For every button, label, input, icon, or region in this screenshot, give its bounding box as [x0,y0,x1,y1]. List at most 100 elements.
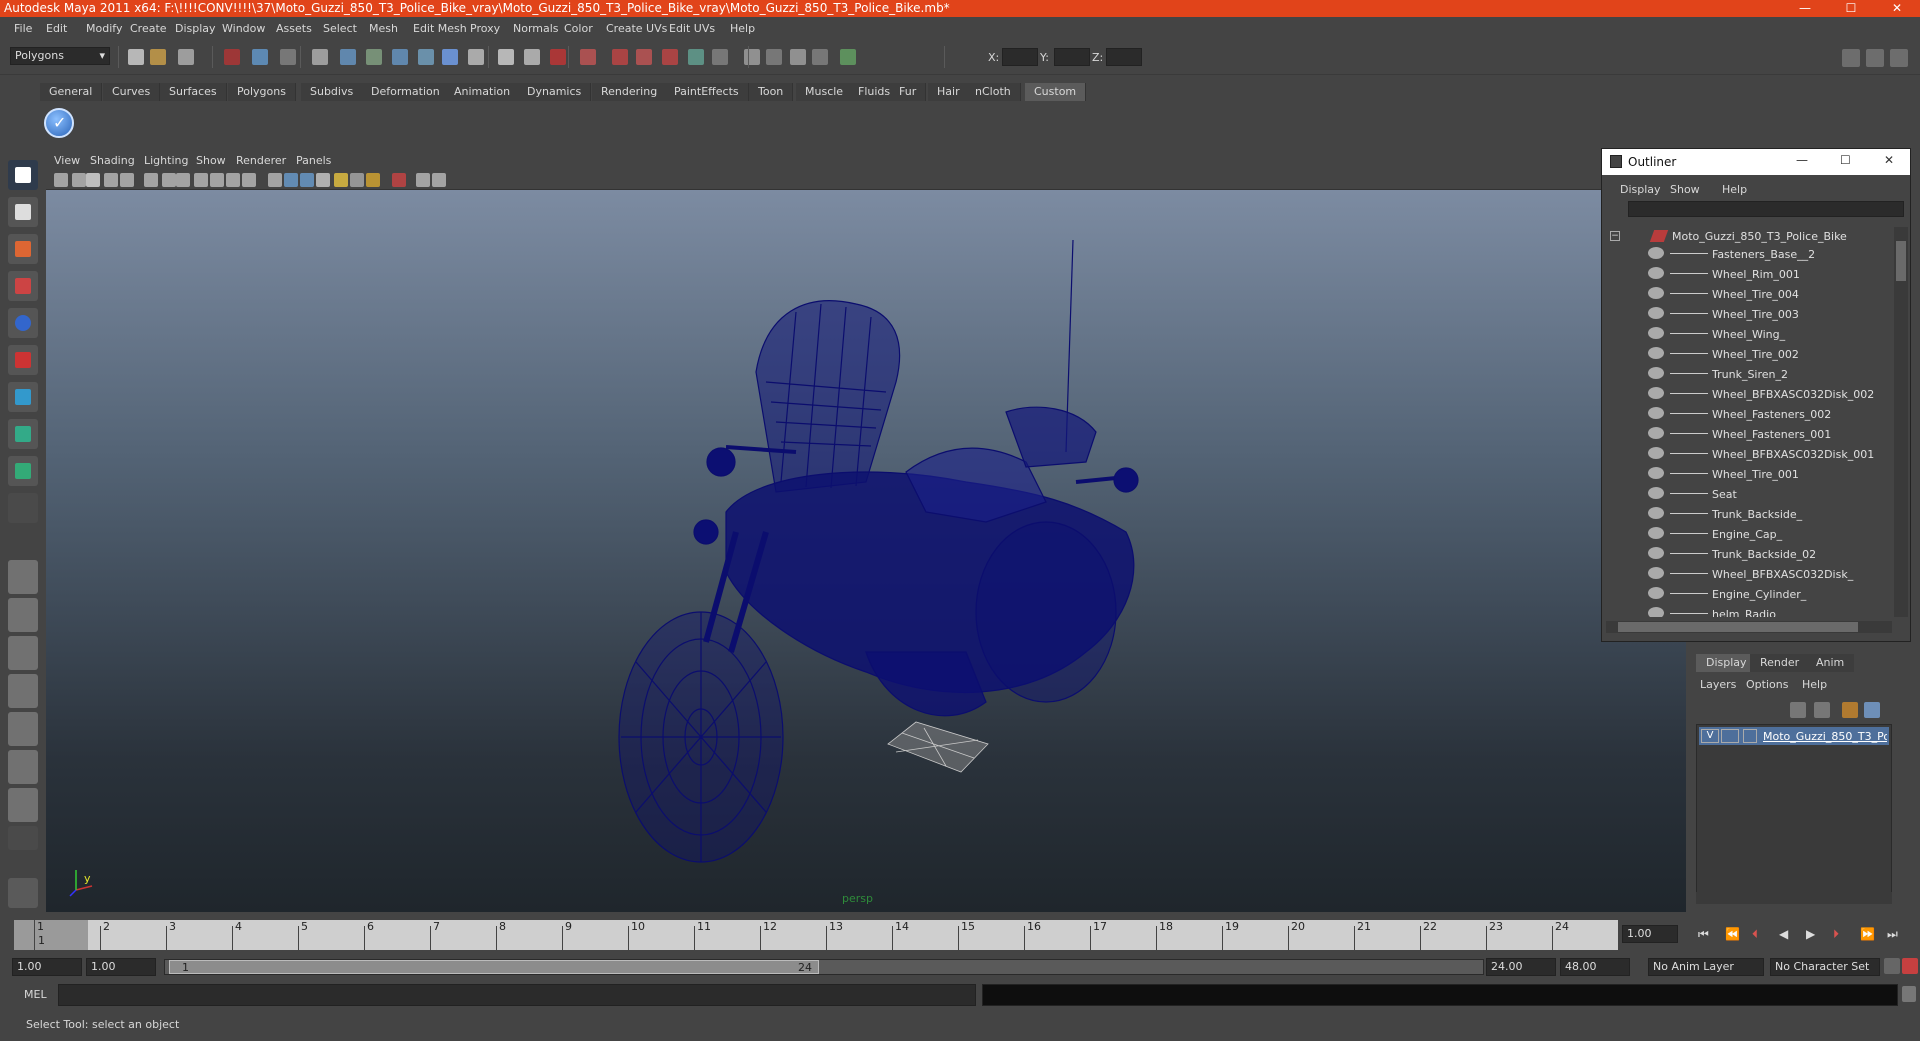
shelf-tab-fur[interactable]: Fur [890,83,927,101]
rotate-tool-icon[interactable] [8,308,38,338]
go-to-end-icon[interactable]: ⏭ [1887,927,1898,942]
range-slider-handle[interactable]: 1 24 [169,960,819,974]
hypershade-icon[interactable] [688,49,704,65]
layer-color-swatch[interactable] [1743,729,1757,743]
outliner-menu-show[interactable]: Show [1670,183,1700,196]
layer-row[interactable]: V Moto_Guzzi_850_T3_Police_Bike [1699,727,1889,745]
shelf-tab-ncloth[interactable]: nCloth [966,83,1021,101]
select-tool-icon[interactable] [8,160,38,190]
layer-settings-icon[interactable] [1842,702,1858,718]
scale-tool-icon[interactable] [8,345,38,375]
menu-modify[interactable]: Modify [86,22,122,35]
paint-select-tool-icon[interactable] [8,234,38,264]
viewport-menu-shading[interactable]: Shading [90,154,135,167]
x-field[interactable] [1002,48,1038,66]
script-editor-icon[interactable] [1902,986,1916,1002]
snap-live-icon[interactable] [442,49,458,65]
persp-render-layout-icon[interactable] [8,750,38,784]
menu-create[interactable]: Create [130,22,167,35]
menu-mesh[interactable]: Mesh [369,22,398,35]
playback-end-field[interactable]: 24.00 [1486,958,1556,976]
scroll-thumb[interactable] [1896,241,1906,281]
persp-uv-layout-icon[interactable] [8,788,38,822]
open-scene-icon[interactable] [150,49,166,65]
lighting-icon[interactable] [790,49,806,65]
layer-menu-help[interactable]: Help [1802,678,1827,691]
layer-tab-display[interactable]: Display [1696,654,1757,672]
key-icon[interactable] [1884,958,1900,974]
snap-view-plane-icon[interactable] [418,49,434,65]
render-current-icon[interactable] [612,49,628,65]
viewport-menu-view[interactable]: View [54,154,80,167]
go-to-start-icon[interactable]: ⏮ [1698,927,1709,942]
manipulator-tool-icon[interactable] [8,382,38,412]
layer-display-type-toggle[interactable] [1721,729,1739,743]
maximize-icon[interactable]: ☐ [1840,153,1851,167]
command-input[interactable] [58,984,976,1006]
layer-tab-render[interactable]: Render [1750,654,1810,672]
motorbike-wireframe[interactable] [606,232,1226,872]
shelf-tab-curves[interactable]: Curves [103,83,161,101]
shelf-tab-subdivs[interactable]: Subdivs [301,83,364,101]
menu-edit-mesh[interactable]: Edit Mesh [413,22,467,35]
select-by-component-icon[interactable] [280,49,296,65]
shelf-tab-deformation[interactable]: Deformation [362,83,450,101]
current-frame-field[interactable]: 1.00 [1622,925,1678,943]
maximize-button[interactable]: ☐ [1828,0,1874,17]
snap-point-icon[interactable] [392,49,408,65]
y-field[interactable] [1054,48,1090,66]
wireframe-on-shaded-icon[interactable] [300,173,314,187]
safe-title-icon[interactable] [242,173,256,187]
anim-start-field[interactable]: 1.00 [12,958,82,976]
safe-action-icon[interactable] [226,173,240,187]
step-forward-frame-icon[interactable]: ⏵ [1833,927,1839,942]
viewport-menu-lighting[interactable]: Lighting [144,154,188,167]
shadows-toggle-icon[interactable] [350,173,364,187]
viewport-panel[interactable]: View Shading Lighting Show Renderer Panels [46,152,1686,912]
move-tool-icon[interactable] [8,271,38,301]
gate-mask-icon[interactable] [194,173,208,187]
last-tool-icon[interactable] [8,456,38,486]
outliner-vertical-scrollbar[interactable] [1894,227,1908,617]
attribute-editor-icon[interactable] [1842,49,1860,67]
lasso-tool-icon[interactable] [8,197,38,227]
menu-display[interactable]: Display [175,22,216,35]
use-default-lights-icon[interactable] [334,173,348,187]
soft-mod-tool-icon[interactable] [8,419,38,449]
layer-tab-anim[interactable]: Anim [1806,654,1855,672]
channel-box-icon[interactable] [1866,49,1884,67]
shelf-tab-toon[interactable]: Toon [749,83,794,101]
menu-file[interactable]: File [14,22,32,35]
menu-assets[interactable]: Assets [276,22,312,35]
menu-proxy[interactable]: Proxy [470,22,500,35]
field-chart-icon[interactable] [210,173,224,187]
collapse-toolbox-button[interactable] [8,826,38,850]
four-view-layout-icon[interactable] [8,598,38,632]
new-scene-icon[interactable] [128,49,144,65]
history-icon[interactable] [468,49,484,65]
select-by-object-icon[interactable] [252,49,268,65]
camera-select-icon[interactable] [54,173,68,187]
step-forward-key-icon[interactable]: ⏩ [1860,927,1875,941]
menu-window[interactable]: Window [222,22,265,35]
snap-grid-icon[interactable] [340,49,356,65]
layer-name[interactable]: Moto_Guzzi_850_T3_Police_Bike [1763,730,1887,743]
select-mode-icon[interactable] [840,49,856,65]
character-set-selector[interactable]: No Character Set [1770,958,1880,976]
viewport-menu-show[interactable]: Show [196,154,226,167]
smooth-shade-icon[interactable] [284,173,298,187]
camera-icon[interactable] [744,49,760,65]
menu-select[interactable]: Select [323,22,357,35]
construction-icon[interactable] [498,49,514,65]
blank-tool-slot[interactable] [8,493,38,523]
camera-attributes-icon[interactable] [72,173,86,187]
play-backwards-icon[interactable]: ◀ [1779,927,1788,941]
step-back-frame-icon[interactable]: ⏴ [1752,927,1758,942]
settings-icon[interactable] [8,878,38,908]
shelf-tab-custom[interactable]: Custom [1025,83,1087,101]
auto-key-icon[interactable] [1902,958,1918,974]
image-plane-icon[interactable] [104,173,118,187]
shelf-tab-surfaces[interactable]: Surfaces [160,83,227,101]
lock-selection-icon[interactable] [312,49,328,65]
high-quality-icon[interactable] [432,173,446,187]
